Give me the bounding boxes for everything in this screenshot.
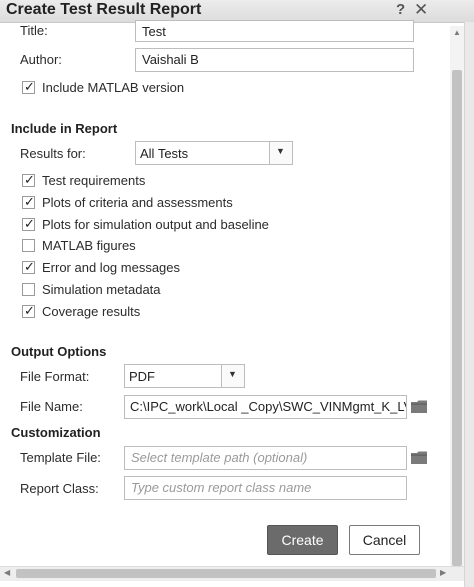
results-for-dropdown[interactable]: All Tests ▼ <box>135 141 293 165</box>
window-edge <box>464 22 474 587</box>
results-for-value: All Tests <box>140 146 189 161</box>
matlab-figures-label: MATLAB figures <box>42 238 136 253</box>
plots-simulation-checkbox[interactable]: ✓ <box>22 216 35 231</box>
template-file-field[interactable]: Select template path (optional) <box>124 446 407 470</box>
dialog-title: Create Test Result Report <box>6 1 202 18</box>
author-label: Author: <box>20 52 62 67</box>
title-label: Title: <box>20 23 48 38</box>
chevron-down-icon: ▼ <box>276 146 285 156</box>
author-field[interactable]: Vaishali B <box>135 48 414 72</box>
plots-criteria-label: Plots of criteria and assessments <box>42 195 233 210</box>
chevron-down-icon: ▼ <box>228 369 237 379</box>
file-format-value: PDF <box>129 369 155 384</box>
vertical-scroll-thumb[interactable] <box>452 70 462 566</box>
include-in-report-heading: Include in Report <box>11 121 118 136</box>
close-icon[interactable]: ✕ <box>414 0 428 20</box>
template-file-label: Template File: <box>20 450 101 465</box>
horizontal-scroll-thumb[interactable] <box>16 569 436 578</box>
folder-icon[interactable] <box>411 451 427 464</box>
include-matlab-version-checkbox[interactable]: ✓ <box>22 79 35 94</box>
file-format-dropdown[interactable]: PDF ▼ <box>124 364 245 388</box>
checkmark-icon: ✓ <box>24 79 35 94</box>
coverage-results-label: Coverage results <box>42 304 141 319</box>
folder-icon[interactable] <box>411 400 427 413</box>
checkmark-icon: ✓ <box>24 194 35 209</box>
error-log-messages-label: Error and log messages <box>42 260 181 275</box>
test-requirements-checkbox[interactable]: ✓ <box>22 172 35 187</box>
file-name-label: File Name: <box>20 399 83 414</box>
scroll-left-icon[interactable]: ◀ <box>4 568 10 578</box>
checkmark-icon: ✓ <box>24 172 35 187</box>
checkmark-icon: ✓ <box>24 216 35 231</box>
scroll-up-icon[interactable]: ▲ <box>453 28 461 38</box>
cancel-button[interactable]: Cancel <box>349 525 420 555</box>
customization-heading: Customization <box>11 425 101 440</box>
title-field[interactable]: Test <box>135 20 414 42</box>
results-for-dropdown-button[interactable]: ▼ <box>269 142 292 164</box>
file-format-dropdown-button[interactable]: ▼ <box>221 365 244 387</box>
file-name-field[interactable]: C:\IPC_work\Local _Copy\SWC_VINMgmt_K_LV <box>124 395 407 419</box>
help-icon[interactable]: ? <box>396 1 405 18</box>
results-for-label: Results for: <box>20 146 86 161</box>
report-class-label: Report Class: <box>20 481 99 496</box>
scroll-right-icon[interactable]: ▶ <box>440 568 446 578</box>
include-matlab-version-label: Include MATLAB version <box>42 80 185 95</box>
plots-simulation-label: Plots for simulation output and baseline <box>42 217 269 232</box>
create-button[interactable]: Create <box>267 525 338 555</box>
checkmark-icon: ✓ <box>24 259 35 274</box>
simulation-metadata-checkbox[interactable] <box>22 283 35 296</box>
plots-criteria-checkbox[interactable]: ✓ <box>22 194 35 209</box>
output-options-heading: Output Options <box>11 344 107 359</box>
coverage-results-checkbox[interactable]: ✓ <box>22 303 35 318</box>
matlab-figures-checkbox[interactable] <box>22 239 35 252</box>
file-format-label: File Format: <box>20 369 90 384</box>
test-requirements-label: Test requirements <box>42 173 146 188</box>
simulation-metadata-label: Simulation metadata <box>42 282 161 297</box>
report-class-field[interactable]: Type custom report class name <box>124 476 407 500</box>
checkmark-icon: ✓ <box>24 303 35 318</box>
error-log-messages-checkbox[interactable]: ✓ <box>22 259 35 274</box>
